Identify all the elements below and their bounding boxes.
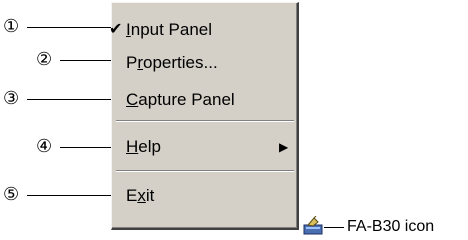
callout-5-line: [27, 195, 124, 196]
callout-1: ①: [3, 16, 20, 36]
menu-separator: [116, 120, 294, 122]
callout-4: ④: [36, 136, 53, 156]
menu-item-input-panel[interactable]: ✔ Input Panel: [109, 18, 297, 42]
menu-item-label: Input Panel: [126, 20, 213, 39]
menu-item-help[interactable]: Help ▶: [112, 135, 297, 159]
callout-5: ⑤: [3, 184, 20, 204]
menu-separator: [116, 170, 294, 172]
icon-label: FA-B30 icon: [347, 218, 435, 235]
icon-callout-line: [324, 227, 344, 228]
menu-item-properties[interactable]: Properties...: [112, 51, 297, 75]
submenu-arrow-icon: ▶: [279, 140, 289, 154]
menu-item-label: Exit: [126, 186, 155, 205]
callout-1-line: [27, 27, 112, 28]
menu-item-label: Capture Panel: [126, 90, 235, 109]
menu-item-label: Properties...: [126, 53, 218, 72]
checkmark-icon: ✔: [109, 21, 123, 38]
menu-item-capture-panel[interactable]: Capture Panel: [112, 88, 297, 112]
menu-item-exit[interactable]: Exit: [112, 184, 297, 208]
context-menu: ✔ Input Panel Properties... Capture Pane…: [109, 2, 299, 230]
callout-3-line: [27, 99, 124, 100]
fa-b30-tray-icon[interactable]: [302, 216, 324, 236]
callout-3: ③: [3, 88, 20, 108]
callout-2: ②: [36, 49, 53, 69]
menu-item-label: Help: [126, 137, 161, 156]
